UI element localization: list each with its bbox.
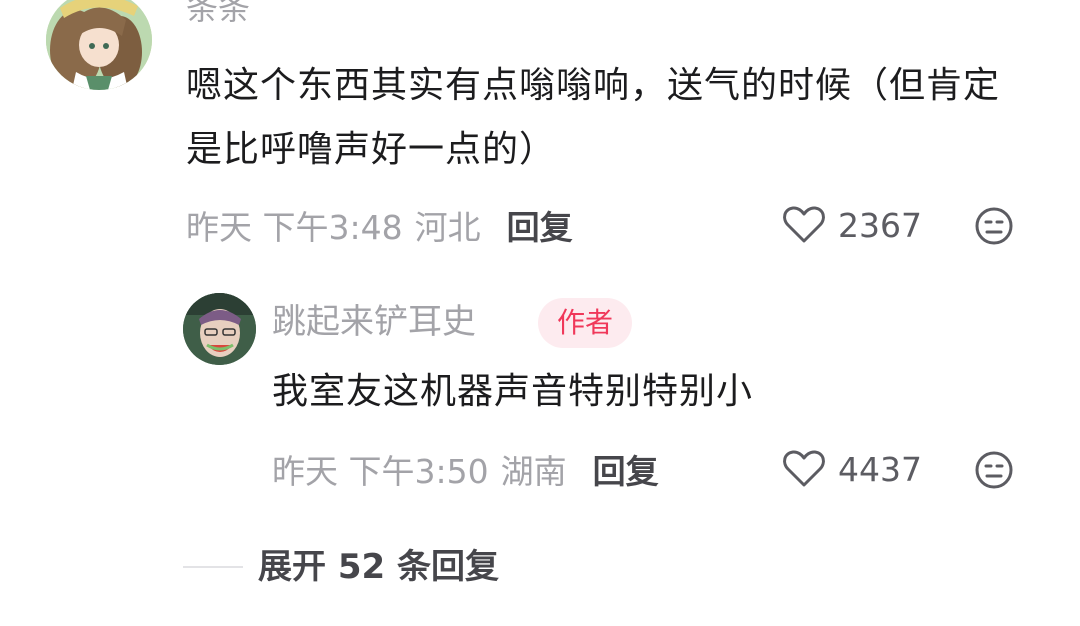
author-badge: 作者 <box>538 298 632 348</box>
commenter-avatar[interactable] <box>46 0 152 90</box>
comment-time: 昨天 下午3:48 <box>186 208 403 247</box>
commenter-username[interactable]: 条条 <box>186 0 250 28</box>
reply-meta: 昨天 下午3:50 湖南 回复 <box>272 446 659 492</box>
like-count: 2367 <box>838 205 922 245</box>
dislike-face-icon[interactable] <box>974 450 1014 490</box>
reply-to-reply-button[interactable]: 回复 <box>593 445 659 493</box>
comment-meta: 昨天 下午3:48 河北 回复 <box>186 202 573 248</box>
reply-username[interactable]: 跳起来铲耳史 <box>272 296 476 348</box>
comment-text: 嗯这个东西其实有点嗡嗡响，送气的时候（但肯定是比呼噜声好一点的） <box>186 65 1001 170</box>
dislike-face-icon[interactable] <box>974 206 1014 246</box>
reply-like-button[interactable]: 4437 <box>782 446 922 492</box>
heart-icon <box>783 206 825 243</box>
photo-avatar-image <box>183 293 256 365</box>
expand-replies-button[interactable]: 展开 52 条回复 <box>258 544 499 590</box>
expand-divider <box>183 566 243 568</box>
reply-like-count: 4437 <box>838 449 922 489</box>
reply-time: 昨天 下午3:50 <box>272 452 489 491</box>
heart-icon <box>783 450 825 487</box>
comment-thread: 条条 嗯这个东西其实有点嗡嗡响，送气的时候（但肯定是比呼噜声好一点的） 昨天 下… <box>0 0 1080 626</box>
reply-location: 湖南 <box>500 452 567 491</box>
reply-button[interactable]: 回复 <box>507 201 573 249</box>
reply-text: 我室友这机器声音特别特别小 <box>272 371 754 412</box>
reply-commenter-avatar[interactable] <box>183 293 256 365</box>
anime-avatar-image <box>46 0 152 90</box>
like-button[interactable]: 2367 <box>782 202 922 248</box>
comment-location: 河北 <box>414 208 481 247</box>
